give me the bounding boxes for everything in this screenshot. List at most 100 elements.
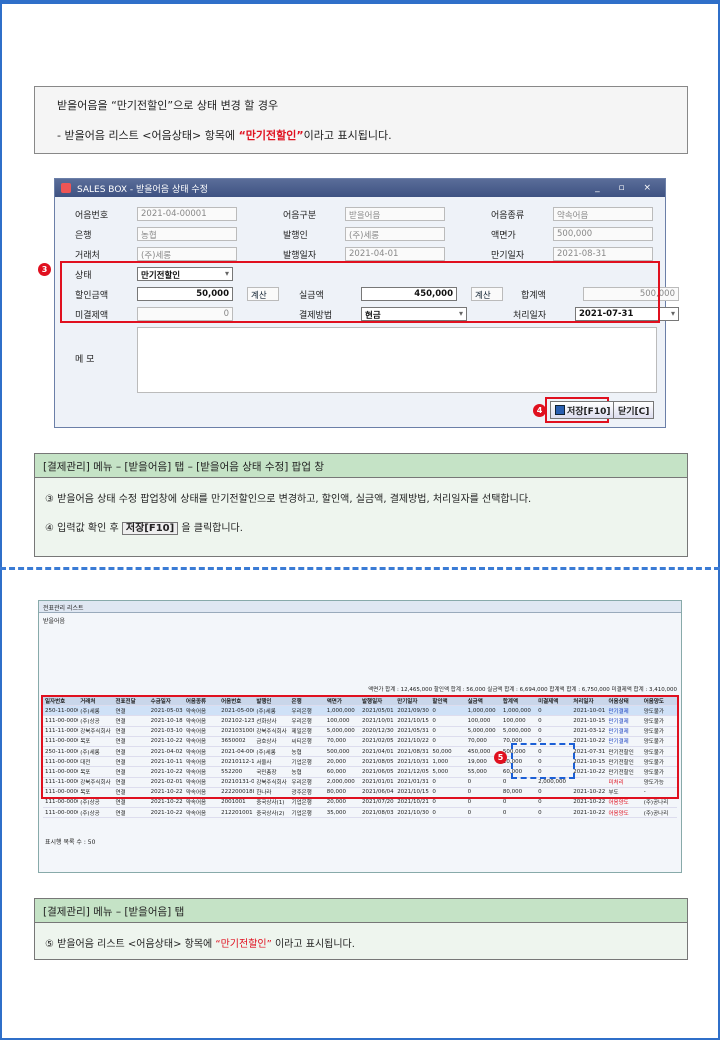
box2-line-red: “만기전할인” <box>215 939 272 950</box>
status-edit-dialog: SALES BOX - 받을어음 상태 수정 _ ▫ × 어음번호 2021-04-… <box>38 178 679 428</box>
box2-line-post: 이라고 표시됩니다. <box>271 939 355 950</box>
list-tab[interactable]: 전표관리 리스트 <box>39 601 681 613</box>
box1-line2-post: 을 클릭합니다. <box>178 523 243 534</box>
table-cell: 2021/07/20 <box>361 799 394 806</box>
table-cell: 2021/10/21 <box>397 799 429 806</box>
badge-5: 5 <box>494 751 507 764</box>
table-cell: 111-00-00005 <box>45 799 78 806</box>
info-label: 발행인 <box>283 230 308 241</box>
box2-heading: [결제관리] 메뉴 – [받을어음] 탭 <box>35 899 687 923</box>
highlight-box-3 <box>60 261 660 323</box>
bill-list-window: 전표관리 리스트 받을어음 액면가 합계 : 12,465,000 할인액 합계… <box>38 600 682 873</box>
box2-line: ⑤ 받을어음 리스트 <어음상태> 항목에 “만기전할인” 이라고 표시됩니다. <box>45 935 677 950</box>
save-label: 저장[F10] <box>567 406 611 417</box>
table-cell: 기업은행 <box>291 800 312 807</box>
table-cell: 0 <box>502 809 507 816</box>
close-label: 닫기[C] <box>618 406 650 417</box>
table-cell: 기업은행 <box>291 810 312 817</box>
info-label: 발행일자 <box>283 250 317 261</box>
memo-row: 메 모 <box>65 349 137 367</box>
table-cell: 0 <box>432 809 436 816</box>
info-label: 액면가 <box>491 230 516 241</box>
table-cell: 2021-10-22 <box>150 799 183 806</box>
note-line2-pre: - 받을어음 리스트 <어음상태> 항목에 <box>57 129 239 142</box>
instruction-box-1: [결제관리] 메뉴 – [받을어음] 탭 – [받을어음 상태 수정] 팝업 창… <box>34 453 688 557</box>
totals-bar: 액면가 합계 : 12,465,000 할인액 합계 : 56,000 실금액 … <box>368 687 677 693</box>
highlight-box-list <box>41 695 679 799</box>
inline-save-button: 저장[F10] <box>121 522 179 535</box>
table-cell: 111-00-00005 <box>45 809 78 816</box>
list-tab-label: 전표관리 리스트 <box>43 605 84 612</box>
info-field: (주)세롱 <box>345 227 445 241</box>
dialog-title: SALES BOX - 받을어음 상태 수정 <box>77 184 208 195</box>
table-cell: 20,000 <box>326 799 346 806</box>
memo-input[interactable] <box>137 327 657 393</box>
table-cell: 2021-10-22 <box>573 809 606 816</box>
note-line1: 받을어음을 “만기전할인”으로 상태 변경 할 경우 <box>57 99 279 112</box>
table-cell: 212201001 <box>221 809 253 816</box>
table-cell: 0 <box>502 799 507 806</box>
floppy-icon <box>555 405 565 415</box>
box1-line2: ④ 입력값 확인 후 저장[F10] 을 클릭합니다. <box>45 519 677 535</box>
table-cell: 0 <box>538 809 542 816</box>
save-button[interactable]: 저장[F10] <box>550 401 616 419</box>
table-cell: 2001001 <box>221 799 246 806</box>
info-label: 어음구분 <box>283 210 317 221</box>
table-cell: 어음양도 <box>608 810 629 817</box>
info-row: 은행 농협 발행인 (주)세롱 액면가 500,000 <box>65 225 653 243</box>
app-logo-icon <box>61 183 71 193</box>
table-cell: 2021-10-22 <box>573 799 606 806</box>
table-row[interactable]: 111-00-00005(주)상공연결2021-10-22약속어음2001001… <box>43 798 677 809</box>
badge-4: 4 <box>533 404 546 417</box>
list-subtitle: 받을어음 <box>43 618 66 625</box>
window-controls-icon[interactable]: _ ▫ × <box>595 183 659 193</box>
table-cell: 35,000 <box>326 809 346 816</box>
info-field: 2021-04-00001 <box>137 207 237 221</box>
table-cell: 연결 <box>115 810 126 817</box>
badge-3: 3 <box>38 263 51 276</box>
info-field: 농협 <box>137 227 237 241</box>
list-footer: 표시행 목록 수 : 50 <box>45 839 96 846</box>
memo-label: 메 모 <box>75 354 95 365</box>
instruction-box-2: [결제관리] 메뉴 – [받을어음] 탭 ⑤ 받을어음 리스트 <어음상태> 항… <box>34 898 688 960</box>
table-cell: 중국상사(2) <box>256 810 285 817</box>
info-field: (주)세롱 <box>137 247 237 261</box>
table-cell: (주)상공 <box>80 810 100 817</box>
box1-body: ③ 받을어음 상태 수정 팝업창에 상태를 만기전할인으로 변경하고, 할인액,… <box>35 478 687 556</box>
table-cell: 약속어음 <box>185 810 207 817</box>
info-field: 500,000 <box>553 227 653 241</box>
table-cell: 연결 <box>115 800 126 807</box>
table-cell: 0 <box>432 799 436 806</box>
box1-line2-pre: ④ 입력값 확인 후 <box>45 523 122 534</box>
info-row: 어음번호 2021-04-00001 어음구분 받을어음 어음종류 약속어음 <box>65 205 653 223</box>
table-row[interactable]: 111-00-00005(주)상공연결2021-10-22약속어음2122010… <box>43 808 677 819</box>
table-cell: 중국상사(1) <box>256 800 285 807</box>
highlight-box-5 <box>511 743 575 779</box>
info-field: 2021-08-31 <box>553 247 653 261</box>
section-divider <box>0 567 720 570</box>
close-button[interactable]: 닫기[C] <box>613 401 655 419</box>
info-label: 어음번호 <box>75 210 109 221</box>
box2-line-pre: ⑤ 받을어음 리스트 <어음상태> 항목에 <box>45 939 216 950</box>
note-line2: - 받을어음 리스트 <어음상태> 항목에 “만기전할인”이라고 표시됩니다. <box>57 127 665 143</box>
info-field: 약속어음 <box>553 207 653 221</box>
table-cell: 2021-10-22 <box>150 809 183 816</box>
table-cell: 2021/08/03 <box>361 809 394 816</box>
table-cell: 0 <box>467 809 472 816</box>
table-cell: (주)공나리 <box>643 800 669 807</box>
box1-line1: ③ 받을어음 상태 수정 팝업창에 상태를 만기전할인으로 변경하고, 할인액,… <box>45 494 532 505</box>
info-field: 2021-04-01 <box>345 247 445 261</box>
table-cell: (주)공나리 <box>643 810 669 817</box>
dialog-titlebar: SALES BOX - 받을어음 상태 수정 _ ▫ × <box>55 179 665 197</box>
note-line2-post: 이라고 표시됩니다. <box>303 129 392 142</box>
info-label: 은행 <box>75 230 92 241</box>
note-line2-red: “만기전할인” <box>238 129 304 142</box>
intro-note: 받을어음을 “만기전할인”으로 상태 변경 할 경우 - 받을어음 리스트 <어… <box>34 86 688 154</box>
info-label: 만기일자 <box>491 250 525 261</box>
box1-heading: [결제관리] 메뉴 – [받을어음] 탭 – [받을어음 상태 수정] 팝업 창 <box>35 454 687 478</box>
table-cell: (주)상공 <box>80 800 100 807</box>
info-label: 어음종류 <box>491 210 525 221</box>
table-cell: 2021/10/30 <box>397 809 429 816</box>
box2-body: ⑤ 받을어음 리스트 <어음상태> 항목에 “만기전할인” 이라고 표시됩니다. <box>35 923 687 959</box>
info-field: 받을어음 <box>345 207 445 221</box>
